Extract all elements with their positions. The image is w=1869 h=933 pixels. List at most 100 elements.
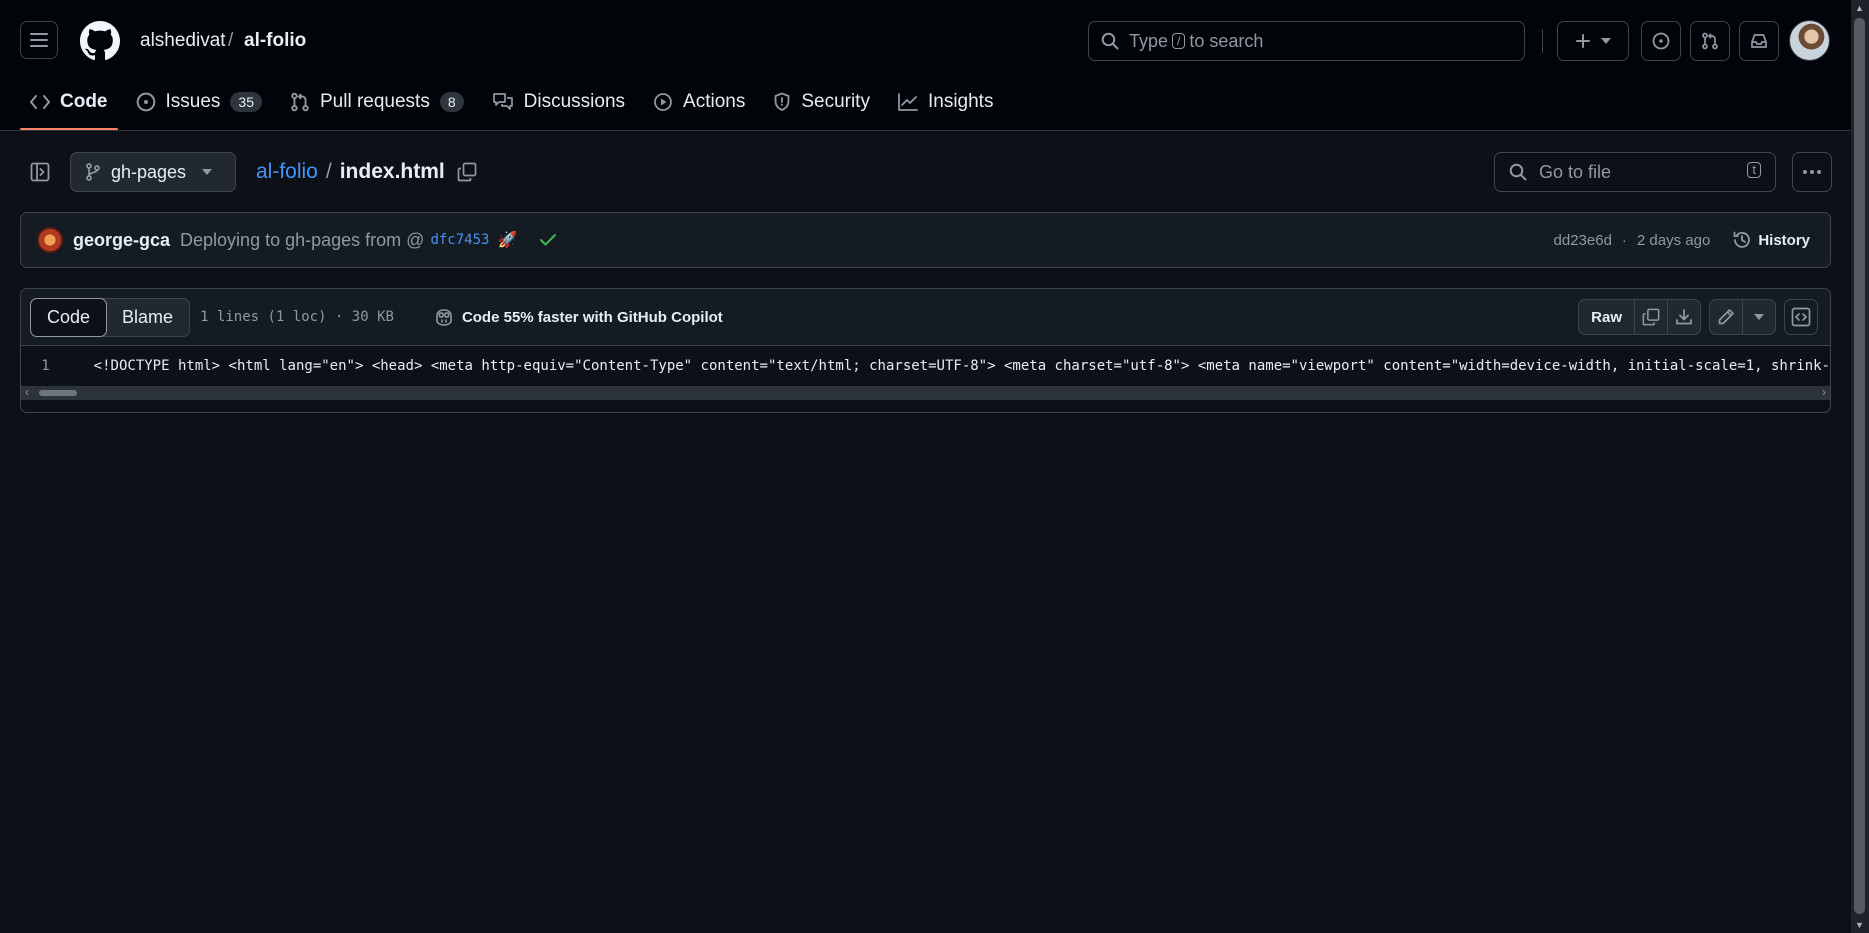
- page-scrollbar[interactable]: ▲ ▼: [1851, 0, 1869, 933]
- git-pull-request-icon: [290, 92, 310, 112]
- tab-security-label: Security: [801, 91, 870, 112]
- commit-short-sha[interactable]: dd23e6d: [1554, 232, 1612, 249]
- menu-button[interactable]: [20, 21, 58, 59]
- download-raw-button[interactable]: [1667, 300, 1700, 334]
- code-viewer: Code Blame 1 lines (1 loc) · 30 KB Code …: [20, 288, 1831, 413]
- hamburger-icon: [30, 32, 48, 48]
- file-actions: Raw: [1578, 299, 1818, 335]
- your-pull-requests-button[interactable]: [1690, 21, 1730, 61]
- code-line-text: <!DOCTYPE html> <html lang="en"> <head> …: [93, 358, 1830, 374]
- file-breadcrumb: al-folio / index.html: [256, 160, 477, 184]
- sidebar-expand-icon: [30, 162, 50, 182]
- kebab-horizontal-icon: [1802, 169, 1822, 175]
- repo-nav: Code Issues 35 Pull requests 8 Discussio…: [20, 82, 1011, 130]
- edit-dropdown-button[interactable]: [1742, 300, 1775, 334]
- inbox-icon: [1750, 32, 1768, 50]
- global-header: alshedivat / al-folio Type / to search C…: [0, 0, 1851, 131]
- pull-requests-count-badge: 8: [439, 92, 464, 112]
- tab-security[interactable]: Security: [763, 82, 880, 122]
- scroll-down-arrow-icon[interactable]: ▼: [1855, 920, 1864, 930]
- horizontal-scrollbar-thumb[interactable]: [39, 390, 77, 396]
- tab-code-label: Code: [60, 91, 108, 112]
- commit-author-avatar[interactable]: [37, 227, 63, 253]
- github-logo-icon[interactable]: [80, 21, 120, 61]
- branch-name: gh-pages: [111, 161, 187, 182]
- pencil-icon: [1717, 308, 1735, 326]
- repo-name-link[interactable]: al-folio: [244, 30, 306, 52]
- copilot-promo-link[interactable]: Code 55% faster with GitHub Copilot: [434, 308, 723, 326]
- notifications-button[interactable]: [1739, 21, 1779, 61]
- copilot-icon: [434, 308, 454, 326]
- tab-discussions[interactable]: Discussions: [482, 82, 635, 122]
- tab-issues-label: Issues: [165, 91, 221, 112]
- tab-code-view[interactable]: Code: [30, 297, 108, 337]
- symbols-panel-button[interactable]: [1784, 299, 1818, 335]
- breadcrumb-repo-link[interactable]: al-folio: [256, 160, 318, 184]
- breadcrumb-separator: /: [325, 160, 332, 183]
- user-avatar[interactable]: [1789, 20, 1830, 61]
- search-shortcut-key: /: [1172, 33, 1186, 49]
- raw-button[interactable]: Raw: [1579, 300, 1634, 334]
- commit-meta: dd23e6d · 2 days ago History: [1554, 230, 1810, 250]
- code-square-icon: [1791, 307, 1811, 327]
- tab-actions-label: Actions: [683, 91, 746, 112]
- caret-down-icon: [1601, 38, 1611, 44]
- go-to-file-placeholder: Go to file: [1539, 161, 1612, 182]
- meta-dot: ·: [1621, 231, 1627, 249]
- more-options-button[interactable]: [1792, 152, 1832, 192]
- branch-selector-button[interactable]: gh-pages: [70, 152, 236, 192]
- global-search-input[interactable]: Type / to search: [1088, 21, 1525, 61]
- code-line: 1 <!DOCTYPE html> <html lang="en"> <head…: [21, 346, 1830, 386]
- scroll-right-arrow-icon[interactable]: ›: [1822, 385, 1826, 399]
- history-button[interactable]: History: [1732, 230, 1810, 250]
- tab-blame-view[interactable]: Blame: [106, 299, 189, 336]
- history-icon: [1732, 230, 1752, 250]
- repo-owner-link[interactable]: alshedivat: [140, 30, 226, 52]
- scroll-left-arrow-icon[interactable]: ‹: [25, 385, 29, 399]
- copy-icon: [1642, 308, 1660, 326]
- caret-down-icon: [202, 169, 213, 175]
- graph-icon: [898, 93, 918, 111]
- file-name: index.html: [339, 160, 445, 183]
- edit-file-button[interactable]: [1710, 300, 1742, 334]
- search-icon: [1509, 163, 1527, 181]
- scroll-up-arrow-icon[interactable]: ▲: [1855, 3, 1864, 13]
- copy-path-icon[interactable]: [457, 162, 477, 182]
- commit-sha-link[interactable]: dfc7453: [430, 232, 489, 248]
- go-to-file-input[interactable]: Go to file t: [1494, 152, 1776, 192]
- go-to-file-shortcut-key: t: [1747, 162, 1761, 178]
- expand-file-tree-button[interactable]: [20, 152, 60, 192]
- header-divider: [1542, 29, 1543, 53]
- copy-raw-button[interactable]: [1634, 300, 1667, 334]
- search-placeholder-prefix: Type: [1129, 30, 1169, 51]
- check-icon[interactable]: [539, 233, 557, 247]
- tab-issues[interactable]: Issues 35: [126, 82, 273, 122]
- your-issues-button[interactable]: [1641, 21, 1681, 61]
- copilot-promo-text: Code 55% faster with GitHub Copilot: [461, 308, 723, 326]
- download-icon: [1675, 308, 1693, 326]
- issue-opened-icon: [1652, 32, 1670, 50]
- search-placeholder-suffix: to search: [1189, 30, 1264, 51]
- code-blame-toggle: Code Blame: [30, 297, 191, 337]
- caret-down-icon: [1754, 314, 1764, 320]
- commit-message[interactable]: Deploying to gh-pages from @: [180, 230, 424, 251]
- issues-count-badge: 35: [230, 92, 262, 112]
- line-number[interactable]: 1: [21, 358, 94, 374]
- tab-code[interactable]: Code: [20, 82, 118, 130]
- history-label: History: [1758, 231, 1810, 249]
- horizontal-scrollbar[interactable]: ‹ ›: [21, 385, 1830, 400]
- page-scrollbar-thumb[interactable]: [1854, 18, 1865, 914]
- git-branch-icon: [85, 163, 101, 181]
- edit-group: [1709, 299, 1776, 335]
- shield-icon: [773, 92, 791, 112]
- create-new-button[interactable]: [1557, 21, 1629, 61]
- code-icon: [30, 93, 50, 111]
- raw-copy-download-group: Raw: [1578, 299, 1701, 335]
- plus-icon: [1575, 33, 1591, 49]
- play-icon: [653, 92, 673, 112]
- tab-insights[interactable]: Insights: [888, 82, 1003, 122]
- search-icon: [1101, 32, 1119, 50]
- tab-actions[interactable]: Actions: [643, 82, 755, 122]
- commit-author-link[interactable]: george-gca: [73, 230, 170, 251]
- tab-pull-requests[interactable]: Pull requests 8: [280, 82, 474, 122]
